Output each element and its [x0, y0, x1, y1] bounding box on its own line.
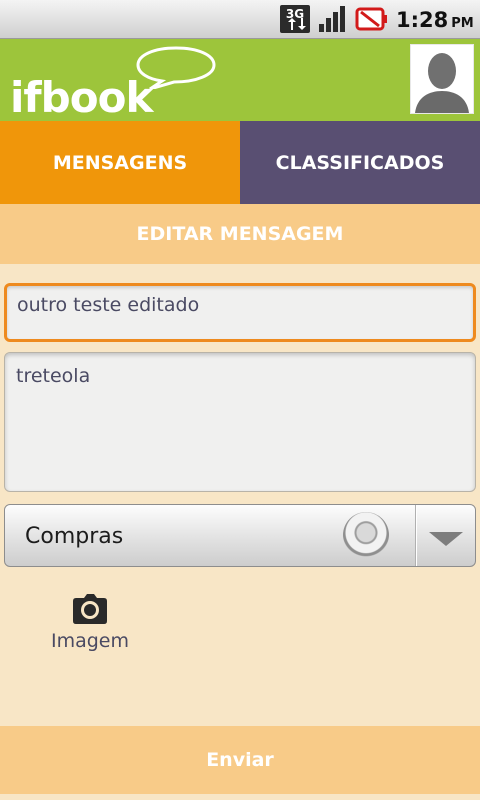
add-image-button[interactable]: Imagem — [40, 590, 140, 670]
message-title-input[interactable]: outro teste editado — [4, 283, 476, 342]
chevron-down-icon[interactable] — [429, 532, 463, 546]
signal-strength-icon — [319, 6, 345, 32]
category-spinner[interactable]: Compras — [4, 504, 476, 567]
status-bar: 3G 1:28 PM — [0, 0, 480, 39]
tab-mensagens-label: MENSAGENS — [52, 151, 188, 174]
app-header: ifbook — [0, 39, 480, 122]
category-selected: Compras — [25, 524, 124, 549]
message-title-value: outro teste editado — [17, 294, 200, 316]
tab-classificados[interactable]: CLASSIFICADOS — [240, 121, 480, 204]
user-silhouette-icon — [411, 45, 473, 113]
3g-data-icon: 3G — [280, 5, 310, 33]
spinner-divider — [415, 505, 416, 566]
avatar[interactable] — [410, 44, 474, 114]
message-body-textarea[interactable]: treteola — [4, 352, 476, 492]
section-title-label: EDITAR MENSAGEM — [136, 223, 344, 245]
tab-classificados-label: CLASSIFICADOS — [275, 151, 445, 174]
radio-indicator-icon — [343, 512, 389, 558]
add-image-label: Imagem — [50, 630, 129, 652]
camera-icon — [73, 594, 107, 624]
clock-time: 1:28 — [396, 8, 449, 32]
send-button[interactable]: Enviar — [0, 726, 480, 794]
message-body-value: treteola — [16, 365, 91, 387]
tab-bar: MENSAGENS CLASSIFICADOS — [0, 121, 480, 204]
tab-mensagens[interactable]: MENSAGENS — [0, 121, 240, 204]
status-clock: 1:28 PM — [396, 6, 474, 34]
section-title: EDITAR MENSAGEM — [0, 204, 480, 264]
logo-text: ifbook — [10, 73, 153, 122]
clock-ampm: PM — [451, 16, 474, 31]
ifbook-logo[interactable]: ifbook — [6, 45, 216, 122]
battery-alert-icon — [355, 7, 387, 31]
send-button-label: Enviar — [206, 749, 274, 771]
